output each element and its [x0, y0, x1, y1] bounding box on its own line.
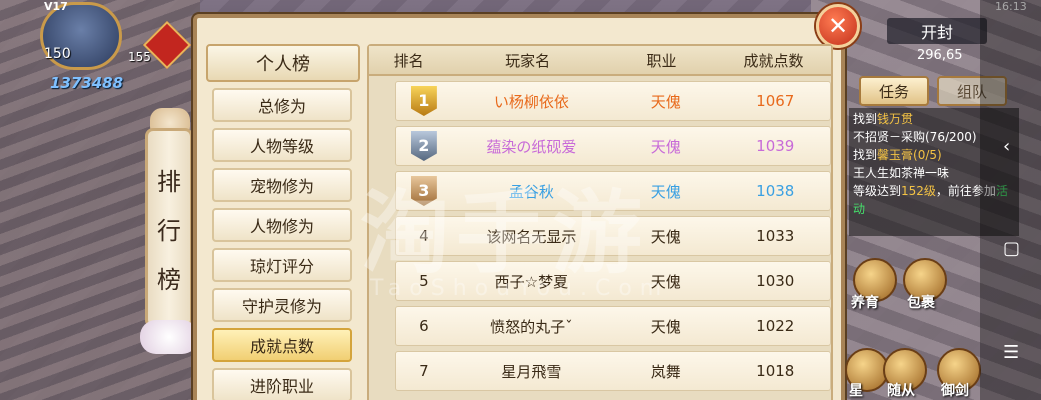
player-name: 蕴染の纸砚爱: [486, 137, 577, 156]
gold-medal-icon: 1: [410, 86, 437, 116]
category-item[interactable]: 人物修为: [212, 208, 352, 242]
task-npc: 钱万贯: [877, 112, 914, 126]
watermark: 淘手游: [360, 181, 648, 286]
home-icon[interactable]: ▢: [1003, 238, 1020, 259]
player-rank: 6: [419, 317, 429, 335]
player-points: 1039: [756, 137, 795, 155]
star-label: 星: [849, 383, 863, 399]
map-location-button[interactable]: 开封: [887, 18, 987, 44]
scroll-bottom-knot-icon: [140, 320, 198, 354]
back-icon[interactable]: ‹: [1003, 136, 1010, 157]
task-item: 馨玉膏(0/5): [877, 148, 942, 162]
player-points: 1033: [756, 227, 795, 245]
category-item[interactable]: 人物等级: [212, 128, 352, 162]
col-header-rank: 排名: [393, 51, 424, 70]
system-nav-bar: [980, 0, 1041, 400]
col-header-points: 成就点数: [743, 51, 804, 70]
category-item[interactable]: 守护灵修为: [212, 288, 352, 322]
menu-icon[interactable]: ☰: [1003, 342, 1019, 363]
category-item[interactable]: 总修为: [212, 88, 352, 122]
category-header-personal[interactable]: 个人榜: [206, 44, 360, 82]
combat-power: 1373488: [50, 74, 124, 92]
tab-task[interactable]: 任务: [859, 76, 929, 106]
player-rank: 7: [419, 362, 429, 380]
table-row[interactable]: 6 愤怒的丸子ˇ 天傀 1022: [395, 306, 831, 346]
player-job: 岚舞: [650, 362, 681, 381]
col-header-job: 职业: [646, 51, 677, 70]
player-points: 1067: [756, 92, 795, 110]
map-coordinates: 296,65: [917, 48, 963, 63]
table-row[interactable]: 7 星月飛雪 岚舞 1018: [395, 351, 831, 391]
nurture-label: 养育: [851, 295, 879, 311]
player-name: 星月飛雪: [501, 362, 562, 381]
scroll-title-char: 行: [157, 216, 181, 245]
table-header: 排名 玩家名 职业 成就点数: [369, 46, 831, 76]
category-list: 个人榜 总修为 人物等级 宠物修为 人物修为 琼灯评分 守护灵修为 成就点数 进…: [206, 44, 361, 400]
category-item[interactable]: 琼灯评分: [212, 248, 352, 282]
bag-label: 包裹: [907, 295, 935, 311]
silver-medal-icon: 2: [410, 131, 437, 161]
sword-flight-label: 御剑: [941, 383, 969, 399]
category-item[interactable]: 宠物修为: [212, 168, 352, 202]
player-points: 1030: [756, 272, 795, 290]
category-item[interactable]: 进阶职业: [212, 368, 352, 400]
vip-badge: V17: [44, 0, 68, 13]
follower-label: 随从: [887, 383, 915, 399]
player-name: い杨柳依依: [493, 92, 569, 111]
col-header-name: 玩家名: [505, 51, 551, 70]
ranking-scroll-title: 排 行 榜: [145, 128, 193, 328]
player-points: 1038: [756, 182, 795, 200]
player-points: 1018: [756, 362, 795, 380]
pet-level: 155: [128, 50, 151, 64]
player-name: 愤怒的丸子ˇ: [490, 317, 573, 336]
player-job: 天傀: [650, 92, 681, 111]
scroll-title-char: 榜: [157, 265, 181, 294]
category-item-active[interactable]: 成就点数: [212, 328, 352, 362]
player-job: 天傀: [650, 317, 681, 336]
table-row[interactable]: 1 い杨柳依依 天傀 1067: [395, 81, 831, 121]
watermark-url: TaoShouYou.Com: [370, 276, 670, 301]
player-points: 1022: [756, 317, 795, 335]
scroll-title-char: 排: [157, 167, 181, 196]
player-job: 天傀: [650, 137, 681, 156]
task-level: 152级: [901, 184, 936, 198]
player-level: 150: [44, 46, 71, 62]
